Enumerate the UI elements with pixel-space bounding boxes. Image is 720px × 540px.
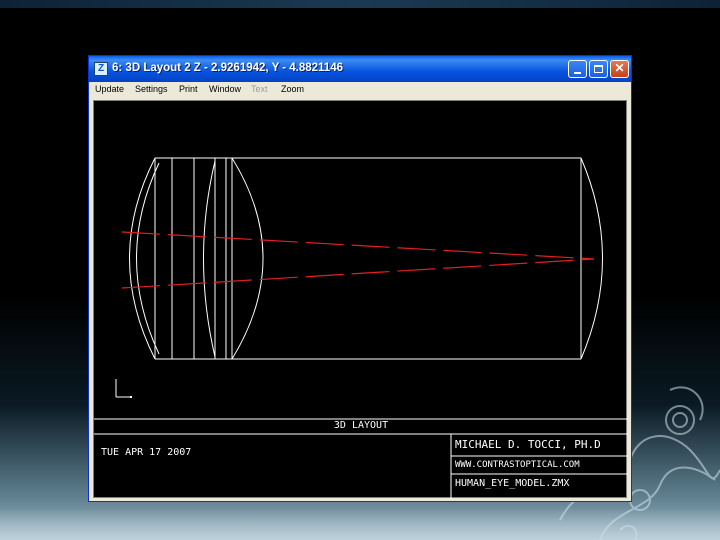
- menu-zoom[interactable]: Zoom: [281, 84, 304, 94]
- lens-front-surface: [203, 160, 216, 358]
- menu-print[interactable]: Print: [179, 84, 198, 94]
- cornea-back-surface: [136, 162, 160, 355]
- menu-update[interactable]: Update: [95, 84, 124, 94]
- menu-bar: Update Settings Print Window Text Zoom: [89, 82, 631, 100]
- cornea-front-surface: [129, 157, 156, 360]
- lens-back-surface: [231, 157, 264, 360]
- plot-date: TUE APR 17 2007: [101, 447, 192, 458]
- menu-window[interactable]: Window: [209, 84, 241, 94]
- maximize-button[interactable]: [589, 60, 608, 78]
- slide-bottom-band: [0, 508, 720, 540]
- window-title: 6: 3D Layout 2 Z - 2.9261942, Y - 4.8821…: [112, 62, 343, 74]
- layout-window: Z 6: 3D Layout 2 Z - 2.9261942, Y - 4.88…: [88, 55, 632, 502]
- plot-author: MICHAEL D. TOCCI, PH.D: [455, 438, 601, 451]
- plot-website: WWW.CONTRASTOPTICAL.COM: [455, 460, 580, 470]
- axis-dot-icon: [130, 396, 132, 398]
- plot-filename: HUMAN_EYE_MODEL.ZMX: [455, 478, 570, 489]
- close-button[interactable]: ✕: [610, 60, 629, 78]
- menu-settings[interactable]: Settings: [135, 84, 168, 94]
- minimize-button[interactable]: [568, 60, 587, 78]
- app-icon[interactable]: Z: [94, 62, 108, 76]
- layout-canvas[interactable]: 3D LAYOUT TUE APR 17 2007 MICHAEL D. TOC…: [93, 100, 628, 499]
- ray-lower: [121, 258, 595, 289]
- plot-caption: 3D LAYOUT: [333, 420, 389, 431]
- menu-text: Text: [251, 84, 268, 94]
- window-titlebar[interactable]: Z 6: 3D Layout 2 Z - 2.9261942, Y - 4.88…: [89, 56, 631, 82]
- ray-upper: [121, 231, 595, 260]
- slide-top-band: [0, 0, 720, 8]
